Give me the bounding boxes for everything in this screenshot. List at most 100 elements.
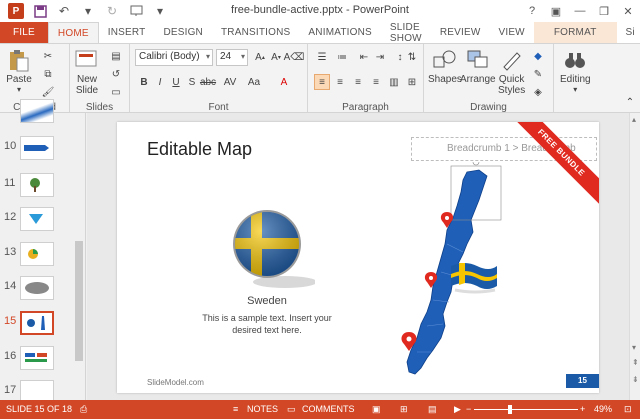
canvas-scrollbar[interactable]: ▴ ▾ ⇞ ⇟ [629,113,640,400]
columns-icon[interactable]: ▥ [386,74,402,90]
normal-view-icon[interactable]: ▣ [372,404,381,415]
country-name[interactable]: Sweden [234,295,300,307]
tab-design[interactable]: DESIGN [154,22,212,43]
text-direction-icon[interactable]: ⇅ [404,49,420,65]
font-size-combo[interactable]: 24 ▾ [216,49,248,66]
redo-icon[interactable]: ↻ [104,3,120,19]
drawing-group: Shapes Arrange Quick Styles ◆ ✎ ◈ Drawin… [424,44,554,114]
start-from-beginning-icon[interactable] [128,3,144,19]
tab-home[interactable]: HOME [47,22,99,43]
font-name-combo[interactable]: Calibri (Body) ▾ [135,49,213,66]
shapes-button[interactable]: Shapes [428,48,462,85]
slide-title[interactable]: Editable Map [147,139,252,160]
comments-button[interactable]: COMMENTS [302,404,355,414]
italic-icon[interactable]: I [152,74,168,90]
zoom-slider[interactable] [474,409,578,410]
shrink-font-icon[interactable]: A ▾ [268,49,284,65]
minimize-button[interactable]: — [568,0,592,22]
slide-thumbnail-13[interactable]: 13 [0,242,72,272]
customize-toolbar-icon[interactable]: ▾ [152,3,168,19]
shape-outline-icon[interactable]: ✎ [530,66,546,82]
tab-format[interactable]: FORMAT [533,22,617,43]
scroll-up-icon[interactable]: ▴ [632,115,636,124]
help-icon[interactable]: ? [520,0,544,22]
tab-transitions[interactable]: TRANSITIONS [212,22,299,43]
previous-slide-icon[interactable]: ⇞ [632,358,639,367]
ribbon-display-options-icon[interactable]: ▣ [544,0,568,22]
save-icon[interactable] [32,3,48,19]
chevron-down-icon[interactable]: ▾ [80,3,96,19]
scrollbar-thumb[interactable] [75,241,83,361]
slide-sorter-icon[interactable]: ⊞ [400,404,408,415]
paragraph-group: ☰ ≔ ⇤ ⇥ ↕ ⇅ ≡ ≡ ≡ ≡ ▥ ⊞ Paragraph [308,44,424,114]
collapse-ribbon-icon[interactable]: ⌃ [622,94,638,110]
slide-thumbnail-15[interactable]: 15 [0,311,72,341]
editing-button[interactable]: Editing ▾ [560,48,591,94]
decrease-indent-icon[interactable]: ⇤ [356,49,372,65]
character-spacing-icon[interactable]: AV [222,74,238,90]
justify-icon[interactable]: ≡ [368,74,384,90]
new-slide-button[interactable]: New Slide [74,48,100,96]
notes-button[interactable]: NOTES [247,404,278,414]
align-center-icon[interactable]: ≡ [332,74,348,90]
restore-button[interactable]: ❐ [592,0,616,22]
slide-thumbnail-10[interactable]: 10 [0,136,72,166]
shape-fill-icon[interactable]: ◆ [530,48,546,64]
shape-effects-icon[interactable]: ◈ [530,84,546,100]
arrange-button[interactable]: Arrange [460,48,496,85]
undo-icon[interactable]: ↶ [56,3,72,19]
slide-thumbnail-16[interactable]: 16 [0,346,72,376]
slide-thumbnail-9[interactable] [0,99,72,129]
numbering-icon[interactable]: ≔ [334,49,350,65]
section-icon[interactable]: ▭ [108,84,124,100]
shadow-icon[interactable]: S [184,74,200,90]
reading-view-icon[interactable]: ▤ [428,404,437,415]
zoom-slider-thumb[interactable] [508,405,512,414]
spellcheck-icon[interactable]: ⎙ [80,404,87,415]
tab-view[interactable]: VIEW [489,22,533,43]
thumbnail-scrollbar[interactable] [74,113,84,400]
cut-icon[interactable]: ✂ [40,48,56,64]
tab-animations[interactable]: ANIMATIONS [299,22,380,43]
waving-flag[interactable] [451,263,497,294]
slide[interactable]: Editable Map Breadcrumb 1 > Breadcrumb F… [117,122,599,393]
scroll-down-icon[interactable]: ▾ [632,343,636,352]
font-label: Font [208,102,229,113]
zoom-level[interactable]: 49% [594,404,612,414]
layout-icon[interactable]: ▤ [108,48,124,64]
fit-slide-icon[interactable]: ⊡ [624,404,632,415]
tab-slide-show[interactable]: SLIDE SHOW [381,22,431,44]
copy-icon[interactable]: ⧉ [40,66,56,82]
tab-sign-in[interactable]: Si [617,22,640,43]
paste-button[interactable]: Paste ▾ [6,48,32,94]
zoom-in-icon[interactable]: + [580,404,585,414]
smartart-icon[interactable]: ⊞ [404,74,420,90]
slide-show-icon[interactable]: ▶ [454,404,461,415]
close-button[interactable]: ✕ [616,0,640,22]
slide-thumbnail-12[interactable]: 12 [0,207,72,237]
increase-indent-icon[interactable]: ⇥ [372,49,388,65]
strikethrough-icon[interactable]: abc [200,74,216,90]
underline-icon[interactable]: U [168,74,184,90]
grow-font-icon[interactable]: A ▴ [252,49,268,65]
bold-icon[interactable]: B [136,74,152,90]
sweden-map[interactable] [387,162,517,393]
tab-review[interactable]: REVIEW [431,22,490,43]
tab-insert[interactable]: INSERT [99,22,155,43]
slide-thumbnail-11[interactable]: 11 [0,173,72,203]
zoom-out-icon[interactable]: − [466,404,471,414]
format-painter-icon[interactable]: 🖌 [40,84,56,100]
reset-icon[interactable]: ↺ [108,66,124,82]
tab-file[interactable]: FILE [0,22,48,43]
bullets-icon[interactable]: ☰ [314,49,330,65]
align-right-icon[interactable]: ≡ [350,74,366,90]
clear-formatting-icon[interactable]: A⌫ [284,49,305,65]
change-case-icon[interactable]: Aa [246,74,262,90]
sample-text[interactable]: This is a sample text. Insert your desir… [197,312,337,336]
next-slide-icon[interactable]: ⇟ [632,375,639,384]
align-left-icon[interactable]: ≡ [314,74,330,90]
font-color-icon[interactable]: A [276,74,292,90]
quick-styles-button[interactable]: Quick Styles [498,48,525,96]
slide-thumbnail-14[interactable]: 14 [0,276,72,306]
sweden-flag-circle[interactable] [225,202,315,294]
